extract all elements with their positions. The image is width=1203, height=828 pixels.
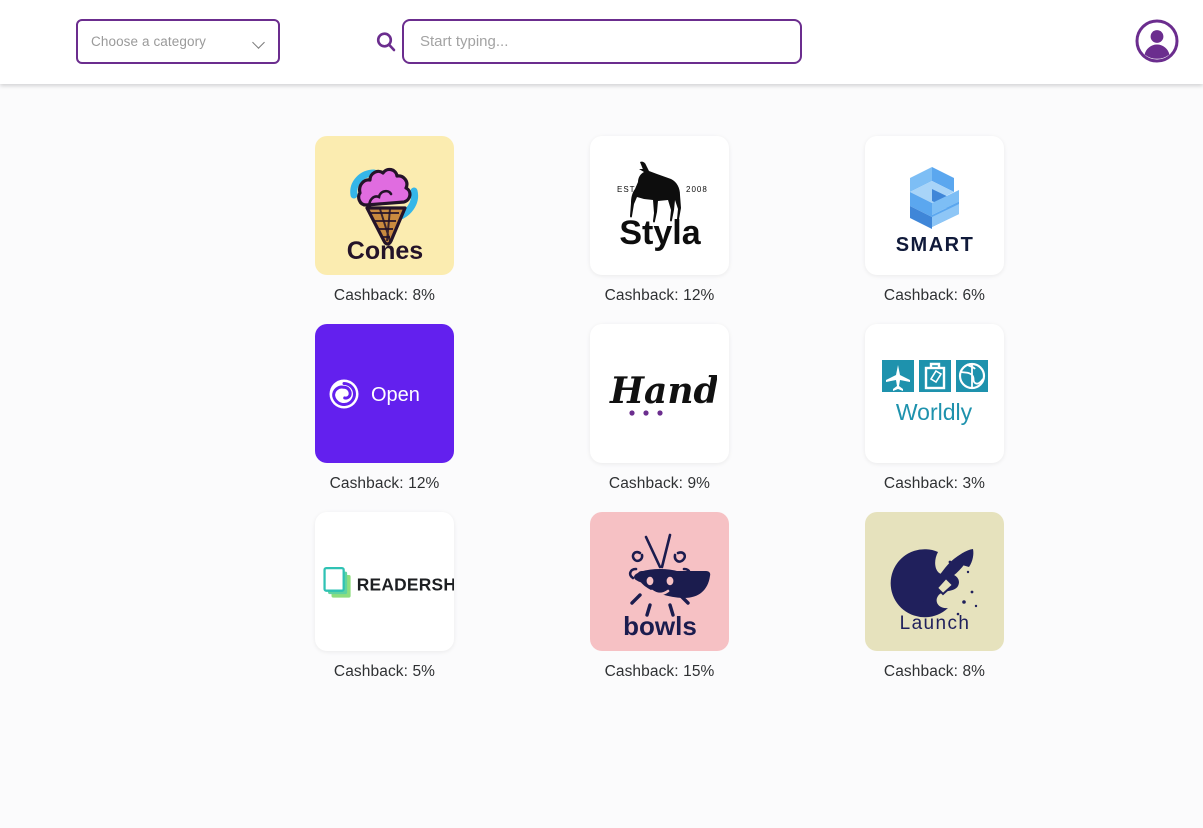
grid-item: Open Cashback: 12%: [247, 324, 522, 512]
brand-card-readership[interactable]: READERSHIP: [315, 512, 454, 651]
brand-logo-text: Styla: [619, 214, 701, 252]
cashback-label: Cashback: 8%: [333, 287, 436, 304]
category-select[interactable]: Choose a category: [76, 19, 280, 64]
brand-card-smart[interactable]: SMART: [865, 136, 1004, 275]
noodle-bowl-character-icon: bowls: [623, 533, 710, 641]
brand-card-bowls[interactable]: bowls: [590, 512, 729, 651]
cashback-label: Cashback: 9%: [608, 475, 711, 492]
dot-icon: [629, 409, 635, 416]
dot-icon: [657, 409, 663, 416]
category-select-value: Choose a category: [91, 34, 207, 49]
brand-card-handy[interactable]: Handy: [590, 324, 729, 463]
brand-grid: Cones Cashback: 8% EST. 2008 Styla Cashb…: [247, 136, 1073, 700]
cashback-label: Cashback: 6%: [883, 287, 986, 304]
cashback-label: Cashback: 5%: [333, 663, 436, 680]
brand-card-worldly[interactable]: Worldly: [865, 324, 1004, 463]
grid-item: Cones Cashback: 8%: [247, 136, 522, 324]
brand-logo-text: Open: [371, 384, 420, 406]
search-icon[interactable]: [370, 19, 402, 64]
brand-logo-text: Launch: [899, 613, 970, 634]
travel-tiles-icon: Worldly: [882, 359, 988, 425]
brand-logo-text: READERSHIP: [357, 574, 454, 594]
script-wordmark-dots-icon: Handy: [609, 370, 717, 416]
stacked-books-icon: READERSHIP: [323, 566, 454, 598]
grid-item: SMART Cashback: 6%: [797, 136, 1072, 324]
brand-logo-sub-right: 2008: [686, 185, 708, 194]
search-area: [370, 19, 802, 64]
cashback-label: Cashback: 15%: [604, 663, 715, 680]
content-area: Cones Cashback: 8% EST. 2008 Styla Cashb…: [0, 84, 1203, 828]
grid-item: Launch Cashback: 8%: [797, 512, 1072, 700]
avatar[interactable]: [1135, 19, 1179, 63]
dot-icon: [643, 409, 649, 416]
isometric-blocks-icon: SMART: [895, 167, 974, 256]
brand-card-open[interactable]: Open: [315, 324, 454, 463]
brand-logo-text: SMART: [895, 234, 974, 256]
grid-item: Worldly Cashback: 3%: [797, 324, 1072, 512]
brand-card-cones[interactable]: Cones: [315, 136, 454, 275]
brand-card-styla[interactable]: EST. 2008 Styla: [590, 136, 729, 275]
dog-silhouette-icon: EST. 2008 Styla: [617, 161, 708, 252]
brand-logo-text: Handy: [609, 370, 717, 412]
cashback-label: Cashback: 3%: [883, 475, 986, 492]
grid-item: EST. 2008 Styla Cashback: 12%: [522, 136, 797, 324]
brand-logo-text: bowls: [623, 611, 697, 641]
brand-card-launch[interactable]: Launch: [865, 512, 1004, 651]
chevron-down-icon: [253, 36, 265, 48]
rocket-moon-icon: Launch: [890, 548, 977, 634]
grid-item: Handy Cashback: 9%: [522, 324, 797, 512]
brand-logo-text: Worldly: [896, 399, 973, 425]
cashback-label: Cashback: 8%: [883, 663, 986, 680]
app-header: Choose a category: [0, 0, 1203, 84]
brand-logo-text: Cones: [346, 237, 422, 261]
spiral-icon: Open: [329, 379, 420, 408]
cashback-label: Cashback: 12%: [604, 287, 715, 304]
cashback-label: Cashback: 12%: [329, 475, 440, 492]
search-input[interactable]: [402, 19, 802, 64]
user-avatar-icon: [1135, 19, 1179, 63]
ice-cream-cone-icon: Cones: [346, 167, 423, 261]
brand-logo-sub-left: EST.: [617, 185, 638, 194]
grid-item: READERSHIP Cashback: 5%: [247, 512, 522, 700]
grid-item: bowls Cashback: 15%: [522, 512, 797, 700]
